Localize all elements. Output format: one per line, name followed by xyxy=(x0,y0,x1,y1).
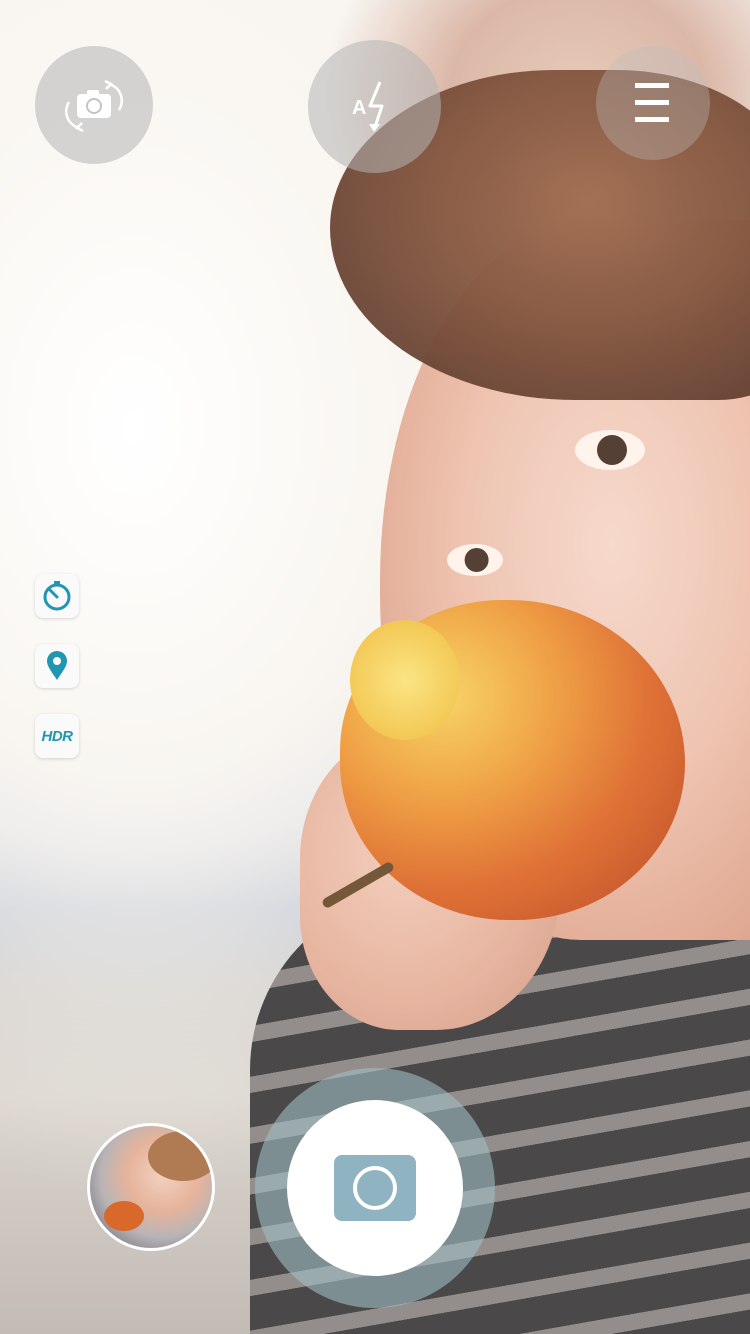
shutter-button[interactable] xyxy=(287,1100,463,1276)
hamburger-menu-icon xyxy=(635,83,669,122)
location-button[interactable] xyxy=(35,644,79,688)
menu-button[interactable] xyxy=(596,46,710,160)
thumbnail-hair xyxy=(148,1131,212,1181)
svg-text:A: A xyxy=(352,97,366,119)
hdr-label: HDR xyxy=(41,727,74,745)
gallery-thumbnail-button[interactable] xyxy=(87,1123,215,1251)
thumbnail-apple xyxy=(104,1201,144,1231)
timer-icon xyxy=(43,581,71,611)
hdr-button[interactable]: HDR xyxy=(35,714,79,758)
camera-icon xyxy=(334,1155,416,1221)
camera-switch-icon xyxy=(65,79,123,133)
location-pin-icon xyxy=(47,651,67,680)
flash-auto-icon: A xyxy=(352,80,383,132)
flash-mode-button[interactable]: A xyxy=(308,40,441,173)
timer-button[interactable] xyxy=(35,574,79,618)
switch-camera-button[interactable] xyxy=(35,46,153,164)
